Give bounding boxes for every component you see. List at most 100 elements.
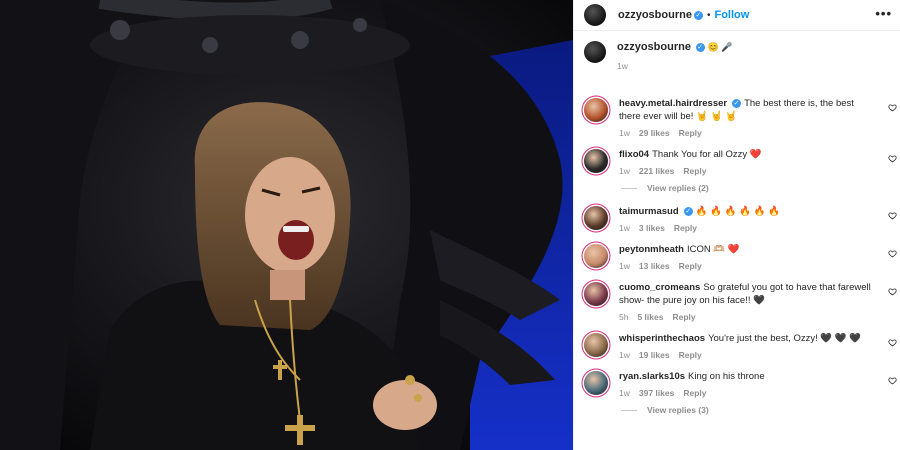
author-avatar[interactable]: [584, 4, 606, 26]
comments-panel: ozzyosbourne ✓ • Follow ••• ozzyosbourne…: [573, 0, 900, 450]
comment-meta: 1w 19 likes Reply: [619, 350, 861, 360]
reply-button[interactable]: Reply: [674, 223, 697, 233]
comment-time: 1w: [619, 350, 630, 360]
reply-button[interactable]: Reply: [679, 128, 702, 138]
heart-outline-icon[interactable]: [888, 249, 897, 258]
comment-text: King on his throne: [688, 371, 765, 382]
comment-list: heavy.metal.hairdresser ✓ The best there i…: [574, 89, 900, 415]
author-username[interactable]: ozzyosbourne: [618, 9, 692, 21]
comment-time: 5h: [619, 312, 629, 322]
commenter-username[interactable]: cuomo_cromeans: [619, 282, 700, 293]
caption-text: 😊 🎤: [707, 42, 733, 52]
comment-meta: 1w 397 likes Reply: [619, 388, 765, 398]
verified-badge-icon: ✓: [732, 98, 742, 108]
post-header: ozzyosbourne ✓ • Follow •••: [574, 0, 900, 31]
reply-button[interactable]: Reply: [679, 261, 702, 271]
comment-item: cuomo_cromeans So grateful you got to hav…: [574, 281, 900, 322]
comment-text-line: cuomo_cromeans So grateful you got to hav…: [619, 281, 874, 307]
heart-outline-icon[interactable]: [888, 154, 897, 163]
caption: ozzyosbourne ✓ 😊 🎤 1w: [574, 31, 900, 89]
commenter-username[interactable]: whisperinthechaos: [619, 333, 705, 344]
like-count[interactable]: 19 likes: [639, 350, 670, 360]
comment-meta: 5h 5 likes Reply: [619, 312, 874, 322]
post-photo[interactable]: [0, 0, 573, 450]
caption-meta: 1w: [617, 61, 732, 71]
reply-button[interactable]: Reply: [683, 166, 706, 176]
comment-text: Thank You for all Ozzy ❤️: [652, 149, 762, 160]
heart-outline-icon[interactable]: [888, 211, 897, 220]
comment-time: 1w: [619, 166, 630, 176]
commenter-username[interactable]: ryan.slarks10s: [619, 371, 685, 382]
comment-text: You're just the best, Ozzy! 🖤 🖤 🖤: [708, 333, 862, 344]
like-count[interactable]: 29 likes: [639, 128, 670, 138]
like-count[interactable]: 221 likes: [639, 166, 674, 176]
reply-button[interactable]: Reply: [683, 388, 706, 398]
heart-outline-icon[interactable]: [888, 338, 897, 347]
comment-item: flixo04 Thank You for all Ozzy ❤️ 1w 221 li…: [574, 148, 900, 193]
commenter-avatar[interactable]: [584, 333, 608, 357]
comment-item: ryan.slarks10s King on his throne 1w 397 li…: [574, 370, 900, 415]
heart-outline-icon[interactable]: [888, 103, 897, 112]
comment-body: cuomo_cromeans So grateful you got to hav…: [619, 281, 880, 322]
comment-meta: 1w 3 likes Reply: [619, 223, 780, 233]
caption-body: ozzyosbourne ✓ 😊 🎤 1w: [617, 41, 732, 89]
comment-item: heavy.metal.hairdresser ✓ The best there i…: [574, 97, 900, 138]
caption-username[interactable]: ozzyosbourne: [617, 41, 691, 53]
follow-button[interactable]: Follow: [714, 9, 749, 21]
view-replies-button[interactable]: View replies (3): [621, 405, 900, 415]
commenter-avatar[interactable]: [584, 206, 608, 230]
comment-meta: 1w 29 likes Reply: [619, 128, 874, 138]
comment-text-line: peytonmheath ICON 🫶🏼 ❤️: [619, 243, 740, 256]
comment-text-line: whisperinthechaos You're just the best, O…: [619, 332, 861, 345]
view-replies-button[interactable]: View replies (2): [621, 183, 900, 193]
commenter-username[interactable]: taimurmasud: [619, 206, 679, 217]
commenter-username[interactable]: peytonmheath: [619, 244, 684, 255]
heart-outline-icon[interactable]: [888, 376, 897, 385]
comment-body: heavy.metal.hairdresser ✓ The best there i…: [619, 97, 880, 138]
verified-badge-icon: ✓: [695, 42, 705, 52]
comment-body: ryan.slarks10s King on his throne 1w 397 li…: [619, 370, 771, 398]
more-options-icon[interactable]: •••: [875, 6, 892, 21]
view-replies-label: View replies (3): [647, 405, 709, 415]
comment-time: 1w: [619, 261, 630, 271]
commenter-avatar[interactable]: [584, 244, 608, 268]
comment-text-line: taimurmasud ✓ 🔥 🔥 🔥 🔥 🔥 🔥: [619, 205, 780, 218]
commenter-username[interactable]: flixo04: [619, 149, 649, 160]
commenter-avatar[interactable]: [584, 371, 608, 395]
caption-avatar[interactable]: [584, 41, 606, 63]
commenter-avatar[interactable]: [584, 98, 608, 122]
comment-body: peytonmheath ICON 🫶🏼 ❤️ 1w 13 likes Reply: [619, 243, 746, 271]
verified-badge-icon: ✓: [693, 10, 703, 20]
comment-row: cuomo_cromeans So grateful you got to hav…: [574, 281, 900, 322]
comment-text-line: ryan.slarks10s King on his throne: [619, 370, 765, 383]
comment-text-line: flixo04 Thank You for all Ozzy ❤️: [619, 148, 762, 161]
commenter-avatar[interactable]: [584, 282, 608, 306]
comment-time: 1w: [619, 388, 630, 398]
comment-body: taimurmasud ✓ 🔥 🔥 🔥 🔥 🔥 🔥 1w 3 likes Reply: [619, 205, 786, 233]
reply-button[interactable]: Reply: [672, 312, 695, 322]
replies-divider: [621, 409, 637, 411]
comment-row: whisperinthechaos You're just the best, O…: [574, 332, 900, 360]
comment-row: flixo04 Thank You for all Ozzy ❤️ 1w 221 li…: [574, 148, 900, 176]
caption-time: 1w: [617, 61, 628, 71]
comment-item: taimurmasud ✓ 🔥 🔥 🔥 🔥 🔥 🔥 1w 3 likes Reply: [574, 205, 900, 233]
comment-item: peytonmheath ICON 🫶🏼 ❤️ 1w 13 likes Reply: [574, 243, 900, 271]
comment-body: flixo04 Thank You for all Ozzy ❤️ 1w 221 li…: [619, 148, 768, 176]
comment-row: ryan.slarks10s King on his throne 1w 397 li…: [574, 370, 900, 398]
comment-body: whisperinthechaos You're just the best, O…: [619, 332, 867, 360]
photo-illustration: [0, 0, 573, 450]
reply-button[interactable]: Reply: [679, 350, 702, 360]
like-count[interactable]: 397 likes: [639, 388, 674, 398]
separator-dot: •: [706, 9, 711, 21]
comment-text: ICON 🫶🏼 ❤️: [686, 244, 740, 255]
commenter-username[interactable]: heavy.metal.hairdresser: [619, 98, 727, 109]
comment-text: 🔥 🔥 🔥 🔥 🔥 🔥: [695, 206, 780, 217]
view-replies-label: View replies (2): [647, 183, 709, 193]
like-count[interactable]: 13 likes: [639, 261, 670, 271]
post-viewer: ozzyosbourne ✓ • Follow ••• ozzyosbourne…: [0, 0, 900, 450]
heart-outline-icon[interactable]: [888, 287, 897, 296]
replies-divider: [621, 187, 637, 189]
commenter-avatar[interactable]: [584, 149, 608, 173]
like-count[interactable]: 3 likes: [639, 223, 665, 233]
like-count[interactable]: 5 likes: [637, 312, 663, 322]
